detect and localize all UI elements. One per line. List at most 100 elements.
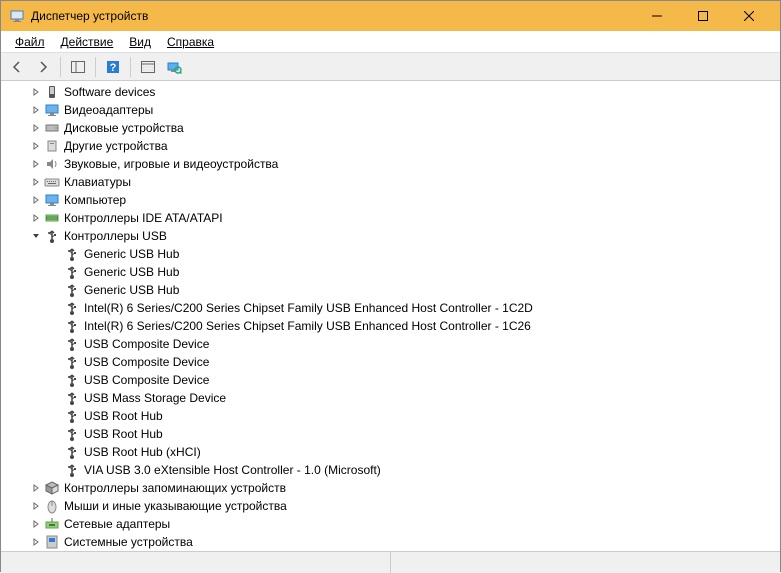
tree-item-computer[interactable]: Компьютер xyxy=(5,191,780,209)
expand-toggle[interactable] xyxy=(29,139,43,153)
usb-icon xyxy=(64,246,80,262)
no-toggle xyxy=(49,265,63,279)
expand-toggle[interactable] xyxy=(29,517,43,531)
tree-item-video-adapters[interactable]: Видеоадаптеры xyxy=(5,101,780,119)
tree-item-storage-controllers[interactable]: Контроллеры запоминающих устройств xyxy=(5,479,780,497)
no-toggle xyxy=(49,427,63,441)
tree-item-label: USB Composite Device xyxy=(84,355,209,369)
expand-toggle[interactable] xyxy=(29,157,43,171)
expand-toggle[interactable] xyxy=(29,481,43,495)
app-icon xyxy=(9,8,25,24)
tree-item-usb-device[interactable]: USB Mass Storage Device xyxy=(5,389,780,407)
properties-button[interactable] xyxy=(136,55,160,79)
sound-icon xyxy=(44,156,60,172)
no-toggle xyxy=(49,373,63,387)
no-toggle xyxy=(49,391,63,405)
tree-item-label: Intel(R) 6 Series/C200 Series Chipset Fa… xyxy=(84,301,533,315)
usb-icon xyxy=(64,264,80,280)
no-toggle xyxy=(49,463,63,477)
expand-toggle[interactable] xyxy=(29,103,43,117)
tree-item-usb-device[interactable]: USB Composite Device xyxy=(5,335,780,353)
tree-item-usb-device[interactable]: USB Root Hub xyxy=(5,425,780,443)
tree-item-mice[interactable]: Мыши и иные указывающие устройства xyxy=(5,497,780,515)
tree-item-label: Generic USB Hub xyxy=(84,247,179,261)
tree-item-label: Intel(R) 6 Series/C200 Series Chipset Fa… xyxy=(84,319,531,333)
tree-item-label: USB Root Hub xyxy=(84,409,163,423)
minimize-button[interactable] xyxy=(634,1,680,31)
status-pane-left xyxy=(1,552,391,573)
tree-item-system-devices[interactable]: Системные устройства xyxy=(5,533,780,551)
no-toggle xyxy=(49,247,63,261)
window-title: Диспетчер устройств xyxy=(31,9,634,23)
computer-icon xyxy=(44,192,60,208)
tree-item-usb-device[interactable]: USB Composite Device xyxy=(5,371,780,389)
expand-toggle[interactable] xyxy=(29,535,43,549)
tree-item-ide-controllers[interactable]: Контроллеры IDE ATA/ATAPI xyxy=(5,209,780,227)
tree-item-usb-device[interactable]: Intel(R) 6 Series/C200 Series Chipset Fa… xyxy=(5,299,780,317)
tree-item-usb-device[interactable]: Generic USB Hub xyxy=(5,281,780,299)
show-hide-tree-button[interactable] xyxy=(66,55,90,79)
tree-item-label: Звуковые, игровые и видеоустройства xyxy=(64,157,278,171)
menu-help[interactable]: Справка xyxy=(159,33,222,51)
no-toggle xyxy=(49,301,63,315)
tree-item-usb-device[interactable]: USB Composite Device xyxy=(5,353,780,371)
tree-item-usb-device[interactable]: Intel(R) 6 Series/C200 Series Chipset Fa… xyxy=(5,317,780,335)
tree-item-usb-device[interactable]: VIA USB 3.0 eXtensible Host Controller -… xyxy=(5,461,780,479)
tree-item-label: Контроллеры запоминающих устройств xyxy=(64,481,286,495)
tree-item-label: Системные устройства xyxy=(64,535,193,549)
menu-file[interactable]: Файл xyxy=(7,33,53,51)
usb-icon xyxy=(64,444,80,460)
usb-icon xyxy=(64,372,80,388)
tree-item-label: Компьютер xyxy=(64,193,126,207)
display-adapter-icon xyxy=(44,102,60,118)
tree-item-label: USB Root Hub (xHCI) xyxy=(84,445,201,459)
expand-toggle[interactable] xyxy=(29,175,43,189)
expand-toggle[interactable] xyxy=(29,193,43,207)
scan-hardware-button[interactable] xyxy=(162,55,186,79)
collapse-toggle[interactable] xyxy=(29,229,43,243)
tree-item-usb-controllers[interactable]: Контроллеры USB xyxy=(5,227,780,245)
usb-icon xyxy=(64,300,80,316)
tree-item-network-adapters[interactable]: Сетевые адаптеры xyxy=(5,515,780,533)
forward-button[interactable] xyxy=(31,55,55,79)
tree-item-usb-device[interactable]: Generic USB Hub xyxy=(5,245,780,263)
usb-icon xyxy=(64,426,80,442)
tree-item-disk-drives[interactable]: Дисковые устройства xyxy=(5,119,780,137)
tree-item-usb-device[interactable]: USB Root Hub (xHCI) xyxy=(5,443,780,461)
tree-item-label: Контроллеры IDE ATA/ATAPI xyxy=(64,211,223,225)
no-toggle xyxy=(49,409,63,423)
expand-toggle[interactable] xyxy=(29,121,43,135)
keyboard-icon xyxy=(44,174,60,190)
usb-icon xyxy=(64,336,80,352)
menu-bar: Файл Действие Вид Справка xyxy=(1,31,780,53)
close-button[interactable] xyxy=(726,1,772,31)
tree-item-sound-devices[interactable]: Звуковые, игровые и видеоустройства xyxy=(5,155,780,173)
tree-item-keyboards[interactable]: Клавиатуры xyxy=(5,173,780,191)
tree-item-label: USB Composite Device xyxy=(84,337,209,351)
back-button[interactable] xyxy=(5,55,29,79)
tree-item-label: USB Root Hub xyxy=(84,427,163,441)
expand-toggle[interactable] xyxy=(29,85,43,99)
tree-item-usb-device[interactable]: USB Root Hub xyxy=(5,407,780,425)
device-tree[interactable]: Software devicesВидеоадаптеры Дисковые ус… xyxy=(1,81,780,551)
usb-icon xyxy=(64,354,80,370)
no-toggle xyxy=(49,337,63,351)
menu-view[interactable]: Вид xyxy=(121,33,159,51)
maximize-button[interactable] xyxy=(680,1,726,31)
menu-action[interactable]: Действие xyxy=(53,33,122,51)
tree-item-label: Generic USB Hub xyxy=(84,265,179,279)
tree-item-label: USB Composite Device xyxy=(84,373,209,387)
tree-item-label: Дисковые устройства xyxy=(64,121,184,135)
help-button[interactable]: ? xyxy=(101,55,125,79)
tree-item-software-devices[interactable]: Software devices xyxy=(5,83,780,101)
tree-item-other-devices[interactable]: Другие устройства xyxy=(5,137,780,155)
tree-item-label: Generic USB Hub xyxy=(84,283,179,297)
tree-item-label: Мыши и иные указывающие устройства xyxy=(64,499,287,513)
tree-item-usb-device[interactable]: Generic USB Hub xyxy=(5,263,780,281)
expand-toggle[interactable] xyxy=(29,211,43,225)
expand-toggle[interactable] xyxy=(29,499,43,513)
no-toggle xyxy=(49,283,63,297)
tree-item-label: Клавиатуры xyxy=(64,175,131,189)
system-device-icon xyxy=(44,534,60,550)
usb-icon xyxy=(64,462,80,478)
